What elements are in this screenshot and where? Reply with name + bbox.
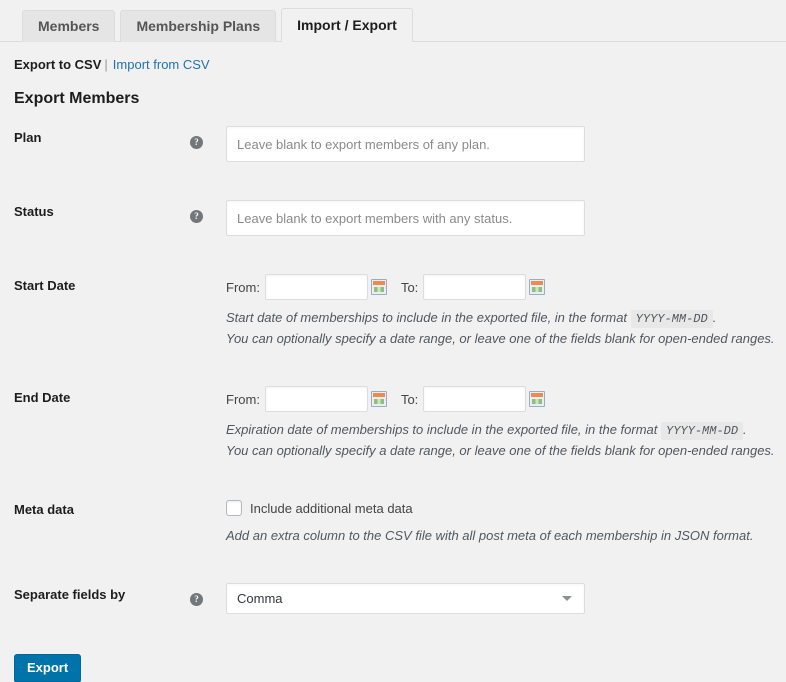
end-date-from-label: From:: [226, 392, 260, 407]
help-cell-meta-data: [190, 480, 226, 565]
subnav: Export to CSV| Import from CSV: [0, 42, 786, 74]
plan-input[interactable]: [226, 126, 585, 162]
field-cell-start-date: From: To: Start date of memberships to i…: [226, 256, 786, 368]
label-status: Status: [0, 182, 190, 256]
start-date-format-code: YYYY-MM-DD: [631, 310, 713, 328]
help-cell-status: ?: [190, 182, 226, 256]
start-date-desc-period: .: [713, 310, 717, 325]
start-date-description: Start date of memberships to include in …: [226, 308, 776, 348]
export-button[interactable]: Export: [14, 654, 81, 682]
start-date-desc-line1: Start date of memberships to include in …: [226, 310, 627, 325]
export-form-table: Plan ? Status ? Start Date From:: [0, 108, 786, 634]
help-cell-start-date: [190, 256, 226, 368]
help-cell-end-date: [190, 368, 226, 480]
tab-membership-plans[interactable]: Membership Plans: [120, 10, 276, 42]
page-title: Export Members: [14, 90, 786, 108]
help-cell-plan: ?: [190, 108, 226, 182]
include-meta-data-checkbox[interactable]: [226, 500, 242, 516]
calendar-icon[interactable]: [371, 279, 387, 295]
label-start-date: Start Date: [0, 256, 190, 368]
form-row-status: Status ?: [0, 182, 786, 256]
label-plan: Plan: [0, 108, 190, 182]
tab-import-export[interactable]: Import / Export: [281, 8, 413, 42]
label-end-date: End Date: [0, 368, 190, 480]
start-date-from-label: From:: [226, 280, 260, 295]
calendar-icon[interactable]: [371, 391, 387, 407]
include-meta-data-label[interactable]: Include additional meta data: [250, 501, 413, 516]
end-date-description: Expiration date of memberships to includ…: [226, 420, 776, 460]
submit-area: Export: [0, 634, 786, 682]
end-date-desc-period: .: [743, 422, 747, 437]
start-date-from-input[interactable]: [265, 274, 368, 300]
calendar-icon[interactable]: [529, 391, 545, 407]
meta-data-description: Add an extra column to the CSV file with…: [226, 526, 776, 545]
help-circle-icon[interactable]: ?: [190, 593, 203, 606]
end-date-from-input[interactable]: [265, 386, 368, 412]
end-date-to-label: To:: [401, 392, 418, 407]
subnav-separator: |: [104, 57, 107, 72]
meta-data-checkbox-row[interactable]: Include additional meta data: [226, 498, 776, 518]
field-cell-end-date: From: To: Expiration date of memberships…: [226, 368, 786, 480]
field-cell-status: [226, 182, 786, 256]
subnav-export-to-csv[interactable]: Export to CSV: [14, 57, 101, 72]
status-input[interactable]: [226, 200, 585, 236]
chevron-down-icon: [562, 596, 572, 601]
calendar-icon[interactable]: [529, 279, 545, 295]
end-date-desc-line2: You can optionally specify a date range,…: [226, 441, 776, 460]
form-row-end-date: End Date From: To: Expiration date of me…: [0, 368, 786, 480]
end-date-range-row: From: To:: [226, 386, 776, 412]
tab-list: Members Membership Plans Import / Export: [22, 0, 786, 42]
form-row-start-date: Start Date From: To: Start date of membe…: [0, 256, 786, 368]
form-row-separator: Separate fields by ? Comma: [0, 565, 786, 634]
form-row-plan: Plan ?: [0, 108, 786, 182]
field-cell-plan: [226, 108, 786, 182]
separate-fields-by-select[interactable]: Comma: [226, 583, 585, 614]
start-date-to-input[interactable]: [423, 274, 526, 300]
tab-bar: Members Membership Plans Import / Export: [0, 0, 786, 42]
tab-members[interactable]: Members: [22, 10, 115, 42]
start-date-to-label: To:: [401, 280, 418, 295]
help-circle-icon[interactable]: ?: [190, 136, 203, 149]
field-cell-meta-data: Include additional meta data Add an extr…: [226, 480, 786, 565]
label-meta-data: Meta data: [0, 480, 190, 565]
end-date-format-code: YYYY-MM-DD: [661, 422, 743, 440]
subnav-import-from-csv[interactable]: Import from CSV: [113, 57, 210, 72]
separate-fields-by-value: Comma: [237, 584, 283, 613]
end-date-desc-line1: Expiration date of memberships to includ…: [226, 422, 657, 437]
label-separate-fields-by: Separate fields by: [0, 565, 190, 634]
form-row-meta-data: Meta data Include additional meta data A…: [0, 480, 786, 565]
help-cell-separator: ?: [190, 565, 226, 634]
end-date-to-input[interactable]: [423, 386, 526, 412]
help-circle-icon[interactable]: ?: [190, 210, 203, 223]
start-date-range-row: From: To:: [226, 274, 776, 300]
field-cell-separator: Comma: [226, 565, 786, 634]
start-date-desc-line2: You can optionally specify a date range,…: [226, 329, 776, 348]
